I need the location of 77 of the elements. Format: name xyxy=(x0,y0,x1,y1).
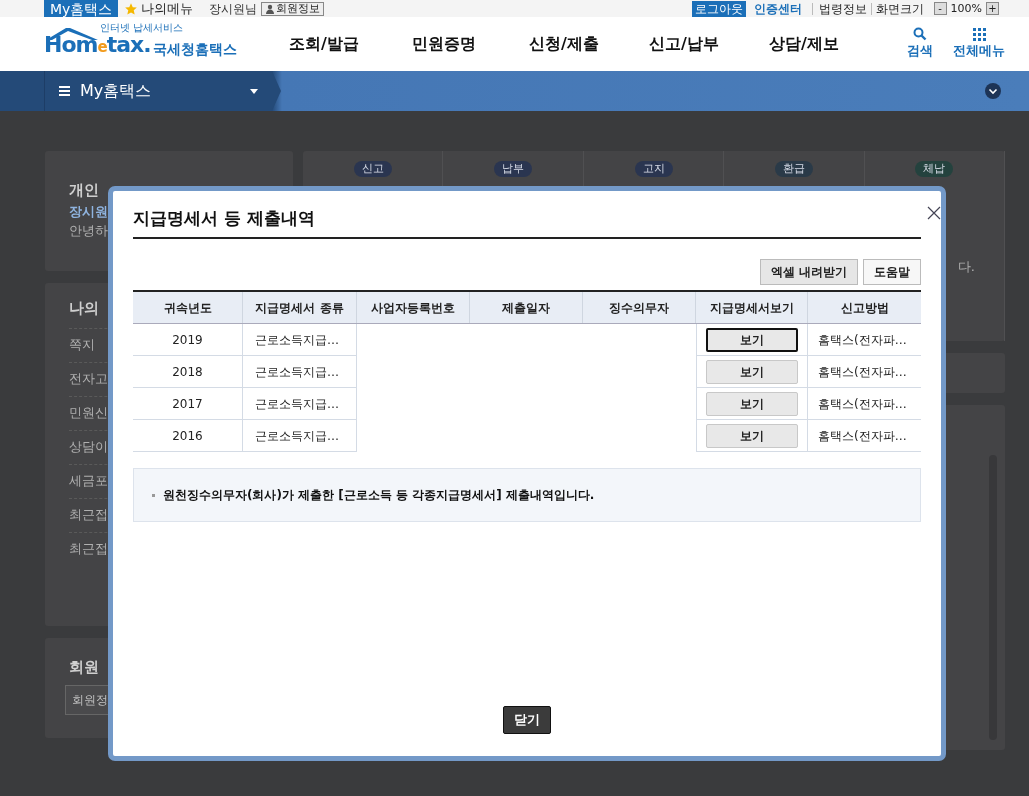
logo-wordmark: Hometax. xyxy=(44,34,151,56)
user-name: 장시원님 xyxy=(209,2,258,15)
table-cell: 2018 xyxy=(133,356,243,388)
main-menu-item[interactable]: 신고/납부 xyxy=(646,32,722,56)
column-header: 징수의무자 xyxy=(583,292,696,323)
panel-link[interactable]: 전자고 xyxy=(69,369,108,389)
logo-name: 국세청홈택스 xyxy=(152,42,237,56)
hometax-logo[interactable]: 인터넷 납세서비스 Hometax.국세청홈택스 xyxy=(44,22,244,66)
my-hometax-tab[interactable]: My홈택스 xyxy=(44,0,119,17)
status-pill: 체납 xyxy=(915,161,954,177)
caret-icon xyxy=(250,88,258,94)
greeting-text: 안녕하 xyxy=(69,222,108,240)
search-icon xyxy=(913,27,927,42)
view-button[interactable]: 보기 xyxy=(706,423,798,448)
cert-center-link[interactable]: 인증센터 xyxy=(753,2,802,15)
close-button[interactable]: 닫기 xyxy=(503,706,551,734)
search-button[interactable]: 검색 xyxy=(907,27,933,61)
column-header: 신고방법 xyxy=(839,299,890,317)
panel-title: 회원 xyxy=(69,657,99,678)
status-pill: 납부 xyxy=(494,161,533,177)
logo-tagline: 인터넷 납세서비스 xyxy=(100,23,185,33)
column-header: 지급명세서보기 xyxy=(696,292,808,323)
status-pill: 환급 xyxy=(774,161,813,177)
main-menu-item[interactable]: 신청/제출 xyxy=(526,32,602,56)
table-cell: 홈택스(전자파… xyxy=(808,420,921,452)
help-button[interactable]: 도움말 xyxy=(863,259,921,285)
table-cell: 근로소득지급… xyxy=(243,356,357,388)
column-header: 지급명세서 종류 xyxy=(243,292,357,323)
view-button[interactable]: 보기 xyxy=(706,359,798,384)
panel-link[interactable]: 세금포 xyxy=(69,471,108,491)
view-button[interactable]: 보기 xyxy=(706,327,798,352)
profile-title: 개인 xyxy=(69,180,99,201)
panel-link[interactable]: 민원신 xyxy=(69,403,108,423)
menu-icon xyxy=(59,86,70,96)
table-cell: 홈택스(전자파… xyxy=(808,356,921,388)
panel-link[interactable]: 상담이 xyxy=(69,437,108,457)
table-cell: 근로소득지급… xyxy=(243,388,357,420)
all-menu-button[interactable]: 전체메뉴 xyxy=(953,27,1005,61)
main-menu-item[interactable]: 조회/발급 xyxy=(286,32,362,56)
person-icon xyxy=(265,3,276,14)
main-menu-item[interactable]: 상담/제보 xyxy=(766,32,842,56)
status-pill: 신고 xyxy=(353,161,392,177)
close-icon[interactable] xyxy=(927,206,941,220)
arrow-divider xyxy=(272,71,282,111)
excel-download-button[interactable]: 엑셀 내려받기 xyxy=(759,259,858,285)
status-pill: 고지 xyxy=(634,161,673,177)
law-info-link[interactable]: 법령정보 xyxy=(811,2,867,15)
chevron-down-icon[interactable] xyxy=(985,83,1001,99)
main-menu-item[interactable]: 민원증명 xyxy=(406,32,482,56)
member-info-button[interactable]: 회원정보 xyxy=(261,1,325,16)
logout-link[interactable]: 로그아웃 xyxy=(691,0,746,17)
view-button[interactable]: 보기 xyxy=(706,391,798,416)
notice-text: 원천징수의무자(회사)가 제출한 [근로소득 등 각종지급명세서] 제출내역입니다. xyxy=(163,487,595,504)
table-cell: 2016 xyxy=(133,420,243,452)
table-cell: 근로소득지급… xyxy=(243,420,357,452)
panel-link[interactable]: 쪽지 xyxy=(69,335,95,355)
table-cell: 2017 xyxy=(133,388,243,420)
column-header: 사업자등록번호 xyxy=(357,292,470,323)
column-header: 제출일자 xyxy=(470,292,583,323)
zoom-out-button[interactable]: - xyxy=(933,2,947,15)
side-note: 다. xyxy=(957,258,975,276)
star-icon xyxy=(124,1,139,16)
column-header: 귀속년도 xyxy=(133,292,243,323)
my-menu-link[interactable]: 나의메뉴 xyxy=(118,1,200,16)
screen-size-label: 화면크기 xyxy=(870,2,924,15)
table-cell: 2019 xyxy=(133,324,243,356)
zoom-in-button[interactable]: + xyxy=(986,2,999,15)
panel-link[interactable]: 최근접 xyxy=(69,505,108,525)
zoom-level: 100% xyxy=(950,3,982,14)
profile-name: 장시원 xyxy=(69,202,108,221)
panel-link[interactable]: 최근접 xyxy=(69,539,108,559)
panel-title: 나의 xyxy=(69,298,99,319)
table-cell: 홈택스(전자파… xyxy=(808,388,921,420)
table-cell: 근로소득지급… xyxy=(243,324,357,356)
dialog-title: 지급명세서 등 제출내역 xyxy=(133,207,315,231)
grid-icon xyxy=(972,27,986,41)
table-cell: 홈택스(전자파… xyxy=(808,324,921,356)
